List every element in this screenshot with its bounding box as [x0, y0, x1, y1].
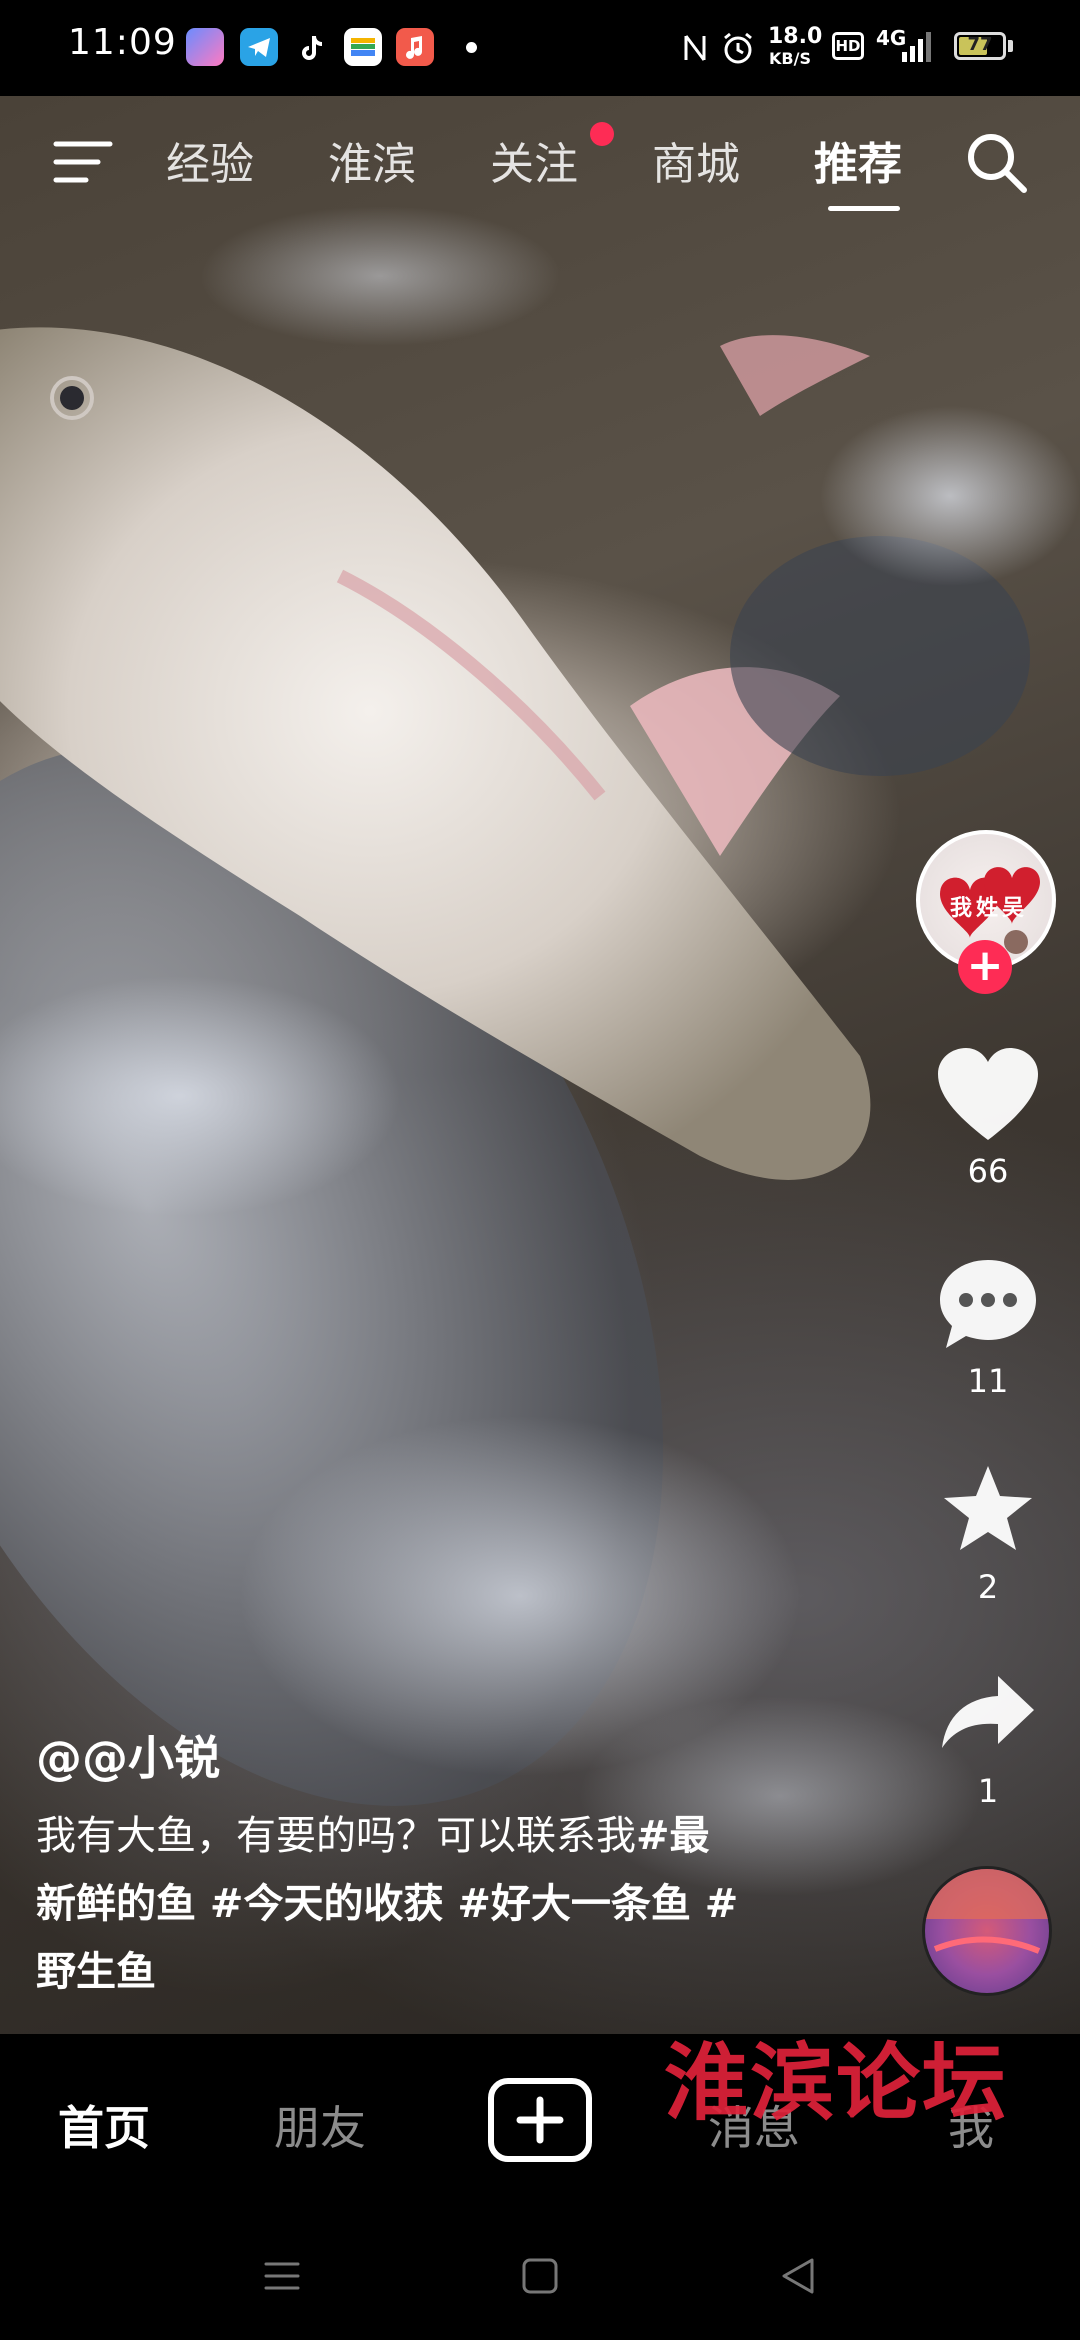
nfc-icon: [684, 35, 706, 61]
caption-hashtags-3[interactable]: 野生鱼: [36, 1949, 156, 1995]
comment-count: 11: [967, 1362, 1009, 1400]
caption-text: 我有大鱼，有要的吗？可以联系我: [36, 1813, 636, 1859]
tab-experience[interactable]: 经验: [166, 128, 254, 192]
comment-icon[interactable]: [936, 1256, 1040, 1352]
app-notification-icon: [186, 28, 224, 66]
tab-following[interactable]: 关注: [490, 128, 578, 192]
network-speed: 18.0 KB/S: [768, 24, 823, 69]
wallet-icon: [344, 28, 382, 66]
recent-apps-icon[interactable]: [262, 2256, 302, 2296]
music-disc[interactable]: [922, 1866, 1052, 1996]
tab-huaibin[interactable]: 淮滨: [328, 128, 416, 192]
back-triangle-icon[interactable]: [778, 2256, 818, 2296]
menu-icon[interactable]: [52, 136, 114, 188]
signal-strength-icon: [902, 32, 931, 62]
tiktok-icon: [292, 28, 330, 66]
battery-icon: 77: [954, 32, 1006, 60]
bottom-tab-friends[interactable]: 朋友: [274, 2092, 366, 2158]
favorite-star-icon[interactable]: [940, 1462, 1036, 1554]
status-bar: 11:09 18.0 KB/S HD 4G 77: [0, 0, 1080, 96]
more-notifications-dot: [466, 42, 477, 53]
caption-hashtags-1[interactable]: #最: [636, 1813, 710, 1859]
battery-nub: [1008, 40, 1013, 52]
follow-plus-button[interactable]: +: [958, 940, 1012, 994]
caption-hashtags-2[interactable]: 新鲜的鱼 #今天的收获 #好大一条鱼 #: [36, 1881, 738, 1927]
active-tab-indicator: [828, 206, 900, 211]
post-caption[interactable]: 我有大鱼，有要的吗？可以联系我#最 新鲜的鱼 #今天的收获 #好大一条鱼 # 野…: [36, 1802, 796, 2006]
hd-badge: HD: [832, 32, 864, 60]
favorite-count: 2: [977, 1568, 999, 1606]
bottom-tab-home[interactable]: 首页: [58, 2092, 150, 2158]
system-nav-bar: [0, 2214, 1080, 2340]
like-heart-icon[interactable]: [934, 1044, 1042, 1144]
avatar-text: 我姓吴: [950, 896, 1029, 921]
search-icon[interactable]: [964, 130, 1030, 196]
share-count: 1: [977, 1772, 999, 1810]
like-count: 66: [967, 1152, 1009, 1190]
plus-icon: [516, 2096, 564, 2144]
music-app-icon: [396, 28, 434, 66]
status-time: 11:09: [68, 22, 177, 63]
create-post-button[interactable]: [488, 2078, 592, 2162]
tab-mall[interactable]: 商城: [652, 128, 740, 192]
tab-recommended[interactable]: 推荐: [814, 128, 902, 192]
following-notification-dot: [590, 122, 614, 146]
author-username[interactable]: @@小锐: [36, 1722, 220, 1788]
alarm-icon: [724, 32, 752, 64]
forum-watermark: 淮滨论坛: [664, 2033, 1009, 2132]
share-arrow-icon[interactable]: [938, 1672, 1038, 1752]
telegram-icon: [240, 28, 278, 66]
home-square-icon[interactable]: [520, 2256, 560, 2296]
